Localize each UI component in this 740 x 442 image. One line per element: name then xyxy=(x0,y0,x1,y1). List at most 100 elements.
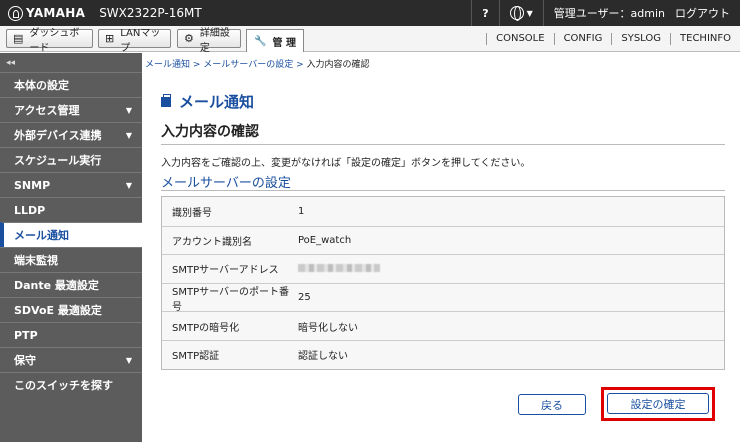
smtp-server-address-redacted xyxy=(298,263,380,274)
sidebar-item-label: このスイッチを探す xyxy=(14,379,113,392)
breadcrumb-separator: > xyxy=(190,60,204,70)
main-content: メール通知 > メールサーバーの設定 > 入力内容の確認 メール通知 入力内容の… xyxy=(142,53,740,442)
language-menu[interactable]: ▼ xyxy=(498,0,543,26)
settings-table: 識別番号 1 アカウント識別名 PoE_watch SMTPサーバーアドレス S… xyxy=(161,196,725,370)
help-button[interactable]: ? xyxy=(471,0,498,26)
page-title: メール通知 xyxy=(161,91,254,112)
sidebar-item-label: メール通知 xyxy=(14,229,69,242)
dashboard-label: ダッシュボード xyxy=(29,27,80,54)
sidebar-item-label: SDVoE 最適設定 xyxy=(14,304,102,317)
sidebar-item-label: アクセス管理 xyxy=(14,104,80,117)
lanmap-button[interactable]: ⊞ LANマップ xyxy=(98,28,171,54)
sidebar-item-device-settings[interactable]: 本体の設定 xyxy=(0,72,142,97)
row-label: SMTPサーバーのポート番号 xyxy=(172,286,290,313)
page-title-text: メール通知 xyxy=(179,93,255,111)
breadcrumb-current: 入力内容の確認 xyxy=(306,60,370,70)
logout-label: ログアウト xyxy=(675,7,730,20)
divider xyxy=(161,144,725,145)
config-link[interactable]: CONFIG xyxy=(553,33,612,45)
globe-icon xyxy=(509,6,524,21)
sidebar-item-sdvoe[interactable]: SDVoE 最適設定 xyxy=(0,297,142,322)
lanmap-icon: ⊞ xyxy=(105,32,115,45)
table-row: SMTPサーバーのポート番号 25 xyxy=(162,282,724,313)
user-info: 管理ユーザー：admin xyxy=(542,0,671,26)
page-subtitle: 入力内容の確認 xyxy=(161,124,259,140)
confirm-settings-button[interactable]: 設定の確定 xyxy=(607,393,709,414)
dashboard-button[interactable]: ▤ ダッシュボード xyxy=(6,28,93,54)
wrench-icon: 🔧 xyxy=(254,35,267,47)
manage-tab[interactable]: 🔧 管 理 xyxy=(246,29,304,52)
sidebar-item-external-devices[interactable]: 外部デバイス連携 ▼ xyxy=(0,122,142,147)
detail-settings-button[interactable]: ⚙ 詳細設定 xyxy=(177,28,241,54)
yamaha-logo: YAMAHA xyxy=(8,5,86,21)
table-row: アカウント識別名 PoE_watch xyxy=(162,225,724,255)
techinfo-link[interactable]: TECHINFO xyxy=(670,33,740,45)
row-label: SMTP認証 xyxy=(172,351,220,363)
row-value: 25 xyxy=(298,292,311,304)
sidebar-item-find-switch[interactable]: このスイッチを探す xyxy=(0,372,142,397)
lanmap-label: LANマップ xyxy=(120,27,161,54)
row-label: SMTPの暗号化 xyxy=(172,322,240,334)
user-label: 管理ユーザー：admin xyxy=(553,7,665,20)
chevron-down-icon: ▼ xyxy=(125,355,132,365)
syslog-link[interactable]: SYSLOG xyxy=(611,33,670,45)
chevron-down-icon: ▼ xyxy=(125,130,132,140)
top-header: YAMAHA SWX2322P-16MT ? ▼ 管理ユーザー：admin ログ… xyxy=(0,0,740,26)
dashboard-icon: ▤ xyxy=(13,32,24,45)
back-button[interactable]: 戻る xyxy=(518,394,586,415)
chevron-down-icon: ▼ xyxy=(125,180,132,190)
sidebar-item-label: Dante 最適設定 xyxy=(14,279,99,292)
brand-name: YAMAHA xyxy=(26,6,86,20)
detail-settings-label: 詳細設定 xyxy=(199,27,230,54)
sidebar-item-label: 保守 xyxy=(14,354,36,367)
console-link[interactable]: CONSOLE xyxy=(486,33,553,45)
sidebar-item-mail-notification[interactable]: メール通知 xyxy=(0,222,142,247)
gear-icon: ⚙ xyxy=(184,32,194,45)
mail-icon xyxy=(161,93,171,107)
manage-label: 管 理 xyxy=(272,37,296,49)
sidebar-item-label: 本体の設定 xyxy=(14,79,69,92)
breadcrumb-mail-server[interactable]: メールサーバーの設定 xyxy=(203,60,293,70)
sidebar-item-access-management[interactable]: アクセス管理 ▼ xyxy=(0,97,142,122)
section-title: メールサーバーの設定 xyxy=(161,176,291,191)
sidebar-item-label: スケジュール実行 xyxy=(14,154,102,167)
sidebar-item-schedule[interactable]: スケジュール実行 xyxy=(0,147,142,172)
chevron-down-icon: ▼ xyxy=(526,8,533,18)
page-description: 入力内容をご確認の上、変更がなければ「設定の確定」ボタンを押してください。 xyxy=(161,158,531,169)
sidebar-item-label: SNMP xyxy=(14,178,51,192)
divider xyxy=(161,190,725,191)
yamaha-emblem-icon xyxy=(8,5,23,21)
table-row: 識別番号 1 xyxy=(162,197,724,226)
sidebar-item-label: LLDP xyxy=(14,203,46,217)
row-value: 認証しない xyxy=(298,351,348,363)
sidebar-item-lldp[interactable]: LLDP xyxy=(0,197,142,222)
chevron-down-icon: ▼ xyxy=(125,105,132,115)
tool-links: CONSOLE CONFIG SYSLOG TECHINFO xyxy=(486,26,740,52)
row-label: SMTPサーバーアドレス xyxy=(172,265,279,277)
sidebar: ◂◂ 本体の設定 アクセス管理 ▼ 外部デバイス連携 ▼ スケジュール実行 SNMP… xyxy=(0,53,142,442)
breadcrumb: メール通知 > メールサーバーの設定 > 入力内容の確認 xyxy=(145,57,369,70)
logout-link[interactable]: ログアウト xyxy=(671,0,740,26)
collapse-sidebar-icon[interactable]: ◂◂ xyxy=(0,53,142,72)
row-value: 1 xyxy=(298,205,305,217)
table-row: SMTP認証 認証しない xyxy=(162,339,724,369)
row-label: 識別番号 xyxy=(172,207,212,219)
breadcrumb-separator: > xyxy=(293,60,307,70)
sidebar-item-dante[interactable]: Dante 最適設定 xyxy=(0,272,142,297)
model-name: SWX2322P-16MT xyxy=(99,6,202,20)
sidebar-item-terminal-monitoring[interactable]: 端末監視 xyxy=(0,247,142,272)
sidebar-item-maintenance[interactable]: 保守 ▼ xyxy=(0,347,142,372)
redacted-value xyxy=(298,264,380,273)
table-row: SMTPサーバーアドレス xyxy=(162,254,724,283)
sidebar-item-label: 端末監視 xyxy=(14,254,58,267)
table-row: SMTPの暗号化 暗号化しない xyxy=(162,311,724,340)
sidebar-item-ptp[interactable]: PTP xyxy=(0,322,142,347)
sidebar-item-snmp[interactable]: SNMP ▼ xyxy=(0,172,142,197)
row-label: アカウント識別名 xyxy=(172,236,252,248)
breadcrumb-mail-notification[interactable]: メール通知 xyxy=(145,60,190,70)
sidebar-item-label: PTP xyxy=(14,328,38,342)
main-navbar: ▤ ダッシュボード ⊞ LANマップ ⚙ 詳細設定 🔧 管 理 CONSOLE … xyxy=(0,26,740,54)
row-value: 暗号化しない xyxy=(298,322,358,334)
row-value: PoE_watch xyxy=(298,234,352,246)
help-icon: ? xyxy=(482,6,489,20)
